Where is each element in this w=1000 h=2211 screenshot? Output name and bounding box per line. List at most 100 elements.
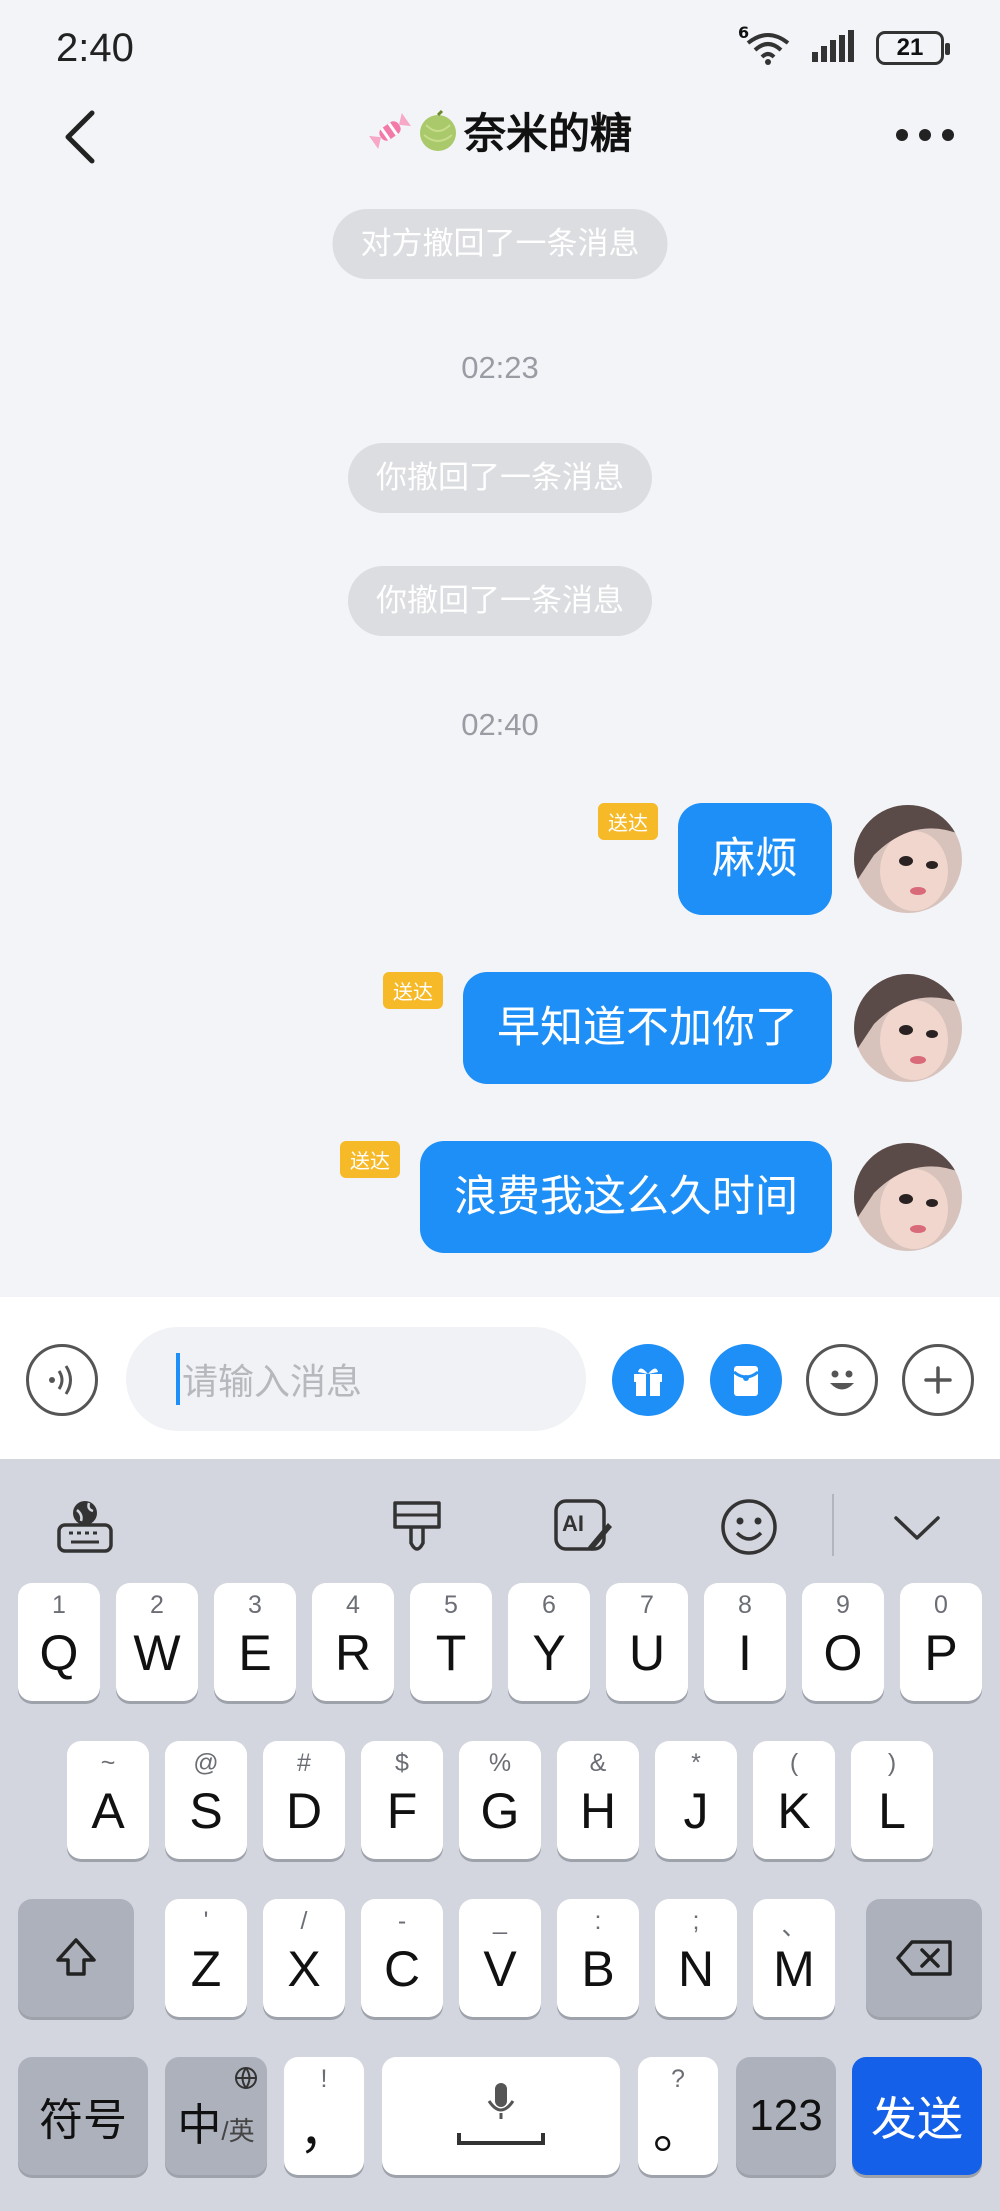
message-input[interactable]: 请输入消息 bbox=[126, 1327, 586, 1431]
key-sub-label: # bbox=[297, 1749, 311, 1777]
plus-icon bbox=[924, 1366, 952, 1394]
language-key[interactable]: 中/英 bbox=[165, 2057, 267, 2175]
lang-sub-label: /英 bbox=[221, 2116, 255, 2146]
key-n[interactable]: ; N bbox=[655, 1899, 737, 2017]
chat-title[interactable]: 奈米的糖 bbox=[0, 100, 1000, 161]
backspace-key[interactable] bbox=[866, 1899, 982, 2017]
avatar[interactable] bbox=[854, 1143, 962, 1251]
symbols-key[interactable]: 符号 bbox=[18, 2057, 148, 2175]
key-m[interactable]: 、 M bbox=[753, 1899, 835, 2017]
key-k[interactable]: (K bbox=[753, 1741, 835, 1859]
key-q[interactable]: 1Q bbox=[18, 1583, 100, 1701]
clipboard-brush-button[interactable] bbox=[384, 1494, 450, 1560]
keyboard-emoji-button[interactable] bbox=[716, 1494, 782, 1560]
melon-emoji-icon bbox=[419, 109, 456, 151]
key-v[interactable]: _ V bbox=[459, 1899, 541, 2017]
shift-arrow-icon bbox=[56, 1938, 96, 1976]
key-f[interactable]: $ F bbox=[361, 1741, 443, 1859]
key-j[interactable]: * J bbox=[655, 1741, 737, 1859]
voice-icon bbox=[49, 1365, 72, 1395]
smiley-icon bbox=[830, 1370, 854, 1390]
key-sub-label: 0 bbox=[934, 1591, 948, 1619]
ai-writing-button[interactable]: AI bbox=[550, 1494, 616, 1560]
key-label: ， bbox=[299, 2103, 349, 2159]
numbers-key[interactable]: 123 bbox=[736, 2057, 836, 2175]
message-row: 送达 麻烦 bbox=[598, 803, 962, 915]
shift-key[interactable] bbox=[18, 1899, 134, 2017]
message-bubble[interactable]: 早知道不加你了 bbox=[463, 972, 832, 1084]
key-label: 中/英 bbox=[177, 2089, 254, 2153]
key-x[interactable]: / X bbox=[263, 1899, 345, 2017]
key-l[interactable]: ) L bbox=[851, 1741, 933, 1859]
input-bar: 请输入消息 bbox=[0, 1297, 1000, 1459]
key-i[interactable]: 8I bbox=[704, 1583, 786, 1701]
status-icons: 6 21 bbox=[738, 23, 950, 66]
key-e[interactable]: 3E bbox=[214, 1583, 296, 1701]
key-label: 发送 bbox=[871, 2093, 963, 2145]
key-o[interactable]: 9O bbox=[802, 1583, 884, 1701]
message-bubble[interactable]: 麻烦 bbox=[678, 803, 832, 915]
key-sub-label: 8 bbox=[738, 1591, 752, 1619]
key-label: H bbox=[579, 1783, 617, 1839]
key-b[interactable]: :B bbox=[557, 1899, 639, 2017]
microphone-icon bbox=[457, 2083, 545, 2145]
voice-button[interactable] bbox=[26, 1344, 98, 1416]
ellipsis-dot bbox=[919, 129, 931, 141]
key-sub-label: ' bbox=[203, 1907, 209, 1935]
key-sub-label: % bbox=[488, 1749, 512, 1777]
key-label: C bbox=[383, 1941, 421, 1997]
key-sub-label: 3 bbox=[248, 1591, 262, 1619]
hide-keyboard-button[interactable] bbox=[884, 1494, 950, 1560]
key-sub-label: ( bbox=[789, 1749, 799, 1777]
key-label: A bbox=[91, 1783, 125, 1839]
key-a[interactable]: ~ A bbox=[67, 1741, 149, 1859]
key-label: R bbox=[334, 1625, 372, 1681]
key-g[interactable]: % G bbox=[459, 1741, 541, 1859]
delivered-badge: 送达 bbox=[598, 803, 658, 840]
gift-button[interactable] bbox=[612, 1344, 684, 1416]
key-d[interactable]: # D bbox=[263, 1741, 345, 1859]
key-label: V bbox=[483, 1941, 517, 1997]
message-bubble[interactable]: 浪费我这么久时间 bbox=[420, 1141, 832, 1253]
keyboard: AI 1Q 2W 3E 4R 5T 6Y 7U 8I 9O 0P ~ A @ S #… bbox=[0, 1459, 1000, 2211]
more-options-button[interactable] bbox=[890, 110, 960, 160]
key-label: 。 bbox=[653, 2103, 703, 2159]
timestamp: 02:23 bbox=[461, 350, 539, 385]
send-key[interactable]: 发送 bbox=[852, 2057, 982, 2175]
key-y[interactable]: 6Y bbox=[508, 1583, 590, 1701]
comma-key[interactable]: !， bbox=[284, 2057, 364, 2175]
toolbar-divider bbox=[832, 1494, 834, 1556]
key-h[interactable]: & H bbox=[557, 1741, 639, 1859]
key-label: Z bbox=[190, 1941, 222, 1997]
key-sub-label: - bbox=[397, 1907, 407, 1935]
avatar[interactable] bbox=[854, 805, 962, 913]
add-button[interactable] bbox=[902, 1344, 974, 1416]
key-label: U bbox=[628, 1625, 666, 1681]
red-packet-icon bbox=[733, 1366, 759, 1396]
key-c[interactable]: -C bbox=[361, 1899, 443, 2017]
key-z[interactable]: ' Z bbox=[165, 1899, 247, 2017]
key-r[interactable]: 4R bbox=[312, 1583, 394, 1701]
key-label: T bbox=[435, 1625, 467, 1681]
timestamp: 02:40 bbox=[461, 707, 539, 742]
globe-keyboard-icon bbox=[57, 1501, 113, 1553]
red-packet-button[interactable] bbox=[710, 1344, 782, 1416]
key-p[interactable]: 0P bbox=[900, 1583, 982, 1701]
key-sub-label: ; bbox=[692, 1907, 700, 1935]
key-w[interactable]: 2W bbox=[116, 1583, 198, 1701]
keyboard-switch-button[interactable] bbox=[52, 1494, 118, 1560]
smiley-icon bbox=[721, 1499, 777, 1555]
battery-level: 21 bbox=[896, 34, 924, 61]
ai-pen-icon: AI bbox=[554, 1499, 612, 1551]
key-sub-label: ~ bbox=[100, 1749, 116, 1777]
emoji-button[interactable] bbox=[806, 1344, 878, 1416]
key-label: Q bbox=[39, 1625, 79, 1681]
space-key[interactable] bbox=[382, 2057, 620, 2175]
period-key[interactable]: ?。 bbox=[638, 2057, 718, 2175]
key-t[interactable]: 5T bbox=[410, 1583, 492, 1701]
key-s[interactable]: @ S bbox=[165, 1741, 247, 1859]
avatar[interactable] bbox=[854, 974, 962, 1082]
candy-emoji-icon bbox=[369, 112, 411, 149]
key-label: N bbox=[677, 1941, 715, 1997]
key-u[interactable]: 7U bbox=[606, 1583, 688, 1701]
